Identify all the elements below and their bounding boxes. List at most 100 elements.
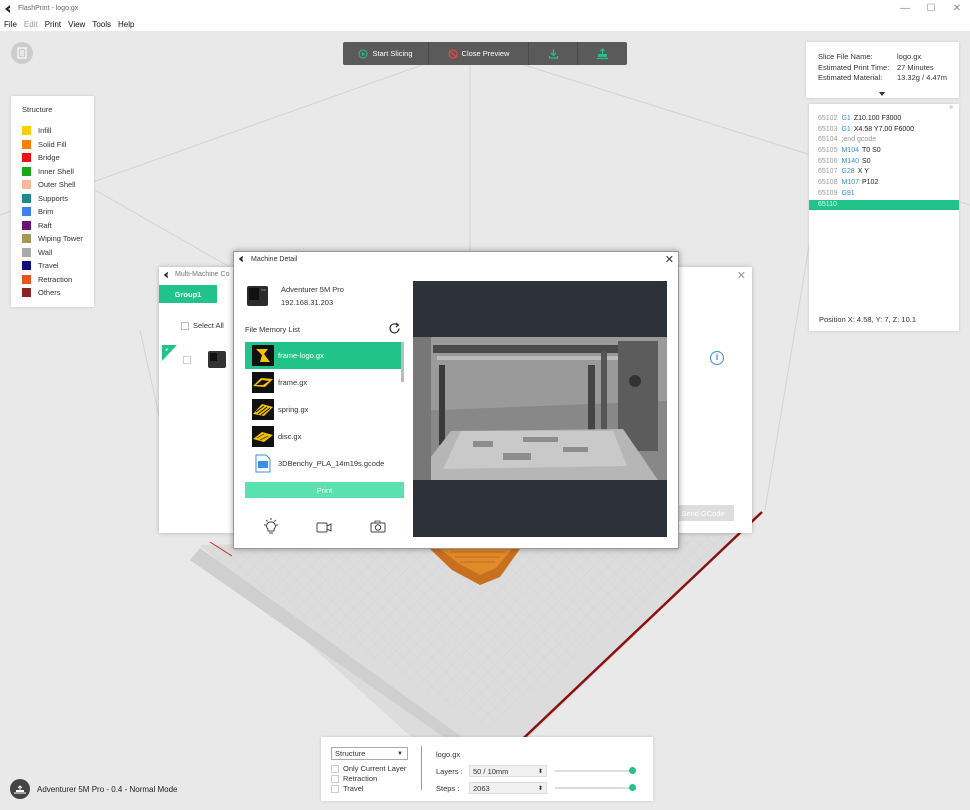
- close-icon[interactable]: ✕: [737, 269, 746, 282]
- gcode-command: M107: [841, 179, 859, 187]
- menu-view[interactable]: View: [68, 20, 85, 29]
- refresh-icon[interactable]: [388, 322, 401, 335]
- position-readout: Position X: 4.58, Y: 7, Z: 10.1: [819, 315, 917, 324]
- legend-item: Bridge: [22, 151, 94, 165]
- gcode-panel: » 65102 G1 Z10.100 F3000 65103 G1 X4.58 Y7.00…: [809, 104, 959, 331]
- video-camera-icon[interactable]: [316, 522, 332, 533]
- document-icon[interactable]: [11, 42, 33, 64]
- slice-file-name-value: logo.gx: [897, 52, 922, 61]
- checkbox-icon: [331, 774, 339, 783]
- gcode-line[interactable]: 65103 G1 X4.58 Y7.00 F6000: [809, 125, 959, 136]
- maximize-icon[interactable]: ☐: [918, 3, 944, 14]
- start-slicing-button[interactable]: Start Slicing: [343, 42, 429, 65]
- gcode-line[interactable]: 65106 M140 S0: [809, 157, 959, 168]
- legend-label: Inner Shell: [38, 166, 74, 176]
- steps-stepper[interactable]: 2063 ⬍: [469, 782, 547, 794]
- machine-checkbox[interactable]: [183, 356, 191, 364]
- gcode-args: P102: [861, 179, 879, 187]
- chevron-down-icon: ▼: [397, 750, 403, 757]
- close-icon[interactable]: ✕: [665, 253, 674, 266]
- menu-edit[interactable]: Edit: [24, 20, 38, 29]
- gcode-line[interactable]: 65102 G1 Z10.100 F3000: [809, 114, 959, 125]
- gcode-line-number: 65108: [818, 179, 838, 187]
- steps-slider-track[interactable]: [555, 787, 634, 789]
- flashprint-logo-icon: [163, 271, 168, 279]
- list-scrollbar[interactable]: [401, 342, 404, 382]
- layers-label: Layers :: [436, 767, 463, 776]
- dialog-header: Machine Detail ✕: [234, 252, 678, 266]
- window-title: FlashPrint - logo.gx: [18, 5, 79, 12]
- menu-help[interactable]: Help: [118, 20, 134, 29]
- gcode-line[interactable]: 65110: [809, 199, 959, 211]
- file-list-item[interactable]: frame-logo.gx: [245, 342, 404, 369]
- select-all-label: Select All: [193, 321, 224, 330]
- printer-name: Adventurer 5M Pro: [281, 285, 344, 294]
- collapse-arrow-icon[interactable]: [879, 92, 885, 96]
- legend-item: Brim: [22, 205, 94, 219]
- info-icon[interactable]: i: [710, 351, 724, 365]
- light-bulb-icon[interactable]: [263, 518, 279, 535]
- stepper-arrows-icon: ⬍: [537, 768, 543, 775]
- travel-checkbox[interactable]: Travel: [331, 784, 364, 793]
- legend-item: Infill: [22, 124, 94, 138]
- gcode-line-number: 65105: [818, 147, 838, 155]
- send-to-printer-button[interactable]: [578, 42, 627, 65]
- play-icon: [358, 49, 368, 58]
- status-text: Adventurer 5M Pro - 0.4 - Normal Mode: [37, 784, 178, 794]
- print-button[interactable]: Print: [245, 482, 404, 498]
- layers-slider-handle[interactable]: [629, 767, 636, 774]
- file-list-item[interactable]: disc.gx: [245, 423, 404, 450]
- select-all-checkbox[interactable]: Select All: [181, 321, 224, 330]
- legend-item: Raft: [22, 219, 94, 233]
- file-list-item[interactable]: frame.gx: [245, 369, 404, 396]
- legend-swatch: [22, 234, 31, 244]
- download-icon: [548, 49, 558, 59]
- legend-item: Others: [22, 286, 94, 300]
- gcode-line[interactable]: 65109 G91: [809, 189, 959, 200]
- export-button[interactable]: [529, 42, 578, 65]
- file-list-item[interactable]: 3DBenchy_PLA_14m19s.gcode: [245, 450, 404, 473]
- view-mode-select[interactable]: Structure ▼: [331, 747, 408, 760]
- layers-stepper[interactable]: 50 / 10mm ⬍: [469, 765, 547, 777]
- file-name: 3DBenchy_PLA_14m19s.gcode: [278, 459, 385, 468]
- steps-slider-handle[interactable]: [629, 784, 636, 791]
- file-list-item[interactable]: spring.gx: [245, 396, 404, 423]
- gcode-line[interactable]: 65107 G28 X Y: [809, 167, 959, 178]
- gcode-line[interactable]: 65108 M107 P102: [809, 178, 959, 189]
- send-gcode-button[interactable]: Send GCode: [672, 505, 734, 521]
- close-preview-button[interactable]: Close Preview: [429, 42, 529, 65]
- legend-item: Wiping Tower: [22, 232, 94, 246]
- menu-bar: File Edit Print View Tools Help: [0, 17, 970, 31]
- close-window-icon[interactable]: ✕: [944, 3, 970, 14]
- legend-swatch: [22, 153, 31, 163]
- close-preview-label: Close Preview: [461, 49, 510, 58]
- gcode-line[interactable]: 65104 ;end gcode: [809, 135, 959, 146]
- legend-label: Brim: [38, 207, 54, 217]
- model-thumbnail-icon: [252, 426, 274, 447]
- legend-swatch: [22, 126, 31, 136]
- printer-connection-icon[interactable]: [10, 779, 30, 799]
- slice-info-panel: Slice File Name: logo.gx Estimated Print …: [806, 42, 959, 98]
- material-value: 13.32g / 4.47m: [897, 73, 948, 82]
- legend-item: Travel: [22, 259, 94, 273]
- gcode-line[interactable]: 65105 M104 T0 S0: [809, 146, 959, 157]
- camera-icon[interactable]: [370, 520, 386, 533]
- gcode-command: M140: [841, 157, 859, 165]
- menu-print[interactable]: Print: [45, 20, 61, 29]
- gcode-args: S0: [861, 157, 871, 165]
- menu-tools[interactable]: Tools: [92, 20, 111, 29]
- gcode-command: M104: [841, 147, 859, 155]
- minimize-icon[interactable]: —: [892, 3, 918, 14]
- expand-icon[interactable]: »: [809, 104, 959, 114]
- only-current-layer-checkbox[interactable]: Only Current Layer: [331, 764, 406, 773]
- no-entry-icon: [447, 48, 458, 59]
- layers-slider-track[interactable]: [555, 770, 634, 772]
- tab-group1[interactable]: Group1: [159, 285, 217, 303]
- legend-swatch: [22, 139, 31, 149]
- legend-swatch: [22, 274, 31, 284]
- start-slicing-label: Start Slicing: [372, 49, 413, 58]
- menu-file[interactable]: File: [4, 20, 17, 29]
- gcode-line-number: 65110: [818, 200, 837, 208]
- retraction-checkbox[interactable]: Retraction: [331, 774, 377, 783]
- gcode-command: G28: [841, 168, 855, 176]
